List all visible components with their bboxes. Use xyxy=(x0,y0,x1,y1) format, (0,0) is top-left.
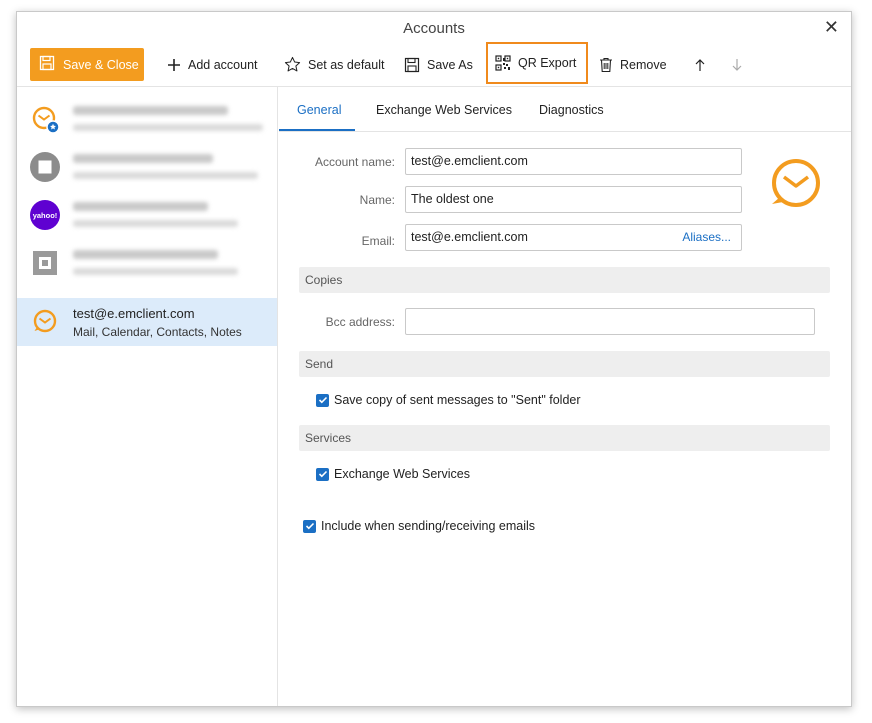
toolbar: Save & Close Add account Set as default … xyxy=(17,42,851,86)
account-email: test@e.emclient.com xyxy=(73,306,195,321)
section-send: Send xyxy=(299,351,830,377)
account-name-field[interactable]: test@e.emclient.com xyxy=(405,148,742,175)
active-tab-indicator xyxy=(279,129,355,131)
qr-export-label: QR Export xyxy=(518,56,577,70)
blurred-text xyxy=(73,124,263,131)
bcc-label: Bcc address: xyxy=(325,315,395,329)
blurred-text xyxy=(73,106,228,115)
account-item[interactable] xyxy=(17,239,277,287)
save-close-label: Save & Close xyxy=(63,57,139,72)
add-account-button[interactable]: Add account xyxy=(167,48,258,81)
section-services: Services xyxy=(299,425,830,451)
yahoo-icon: yahoo! xyxy=(30,200,60,230)
emclient-logo-icon xyxy=(766,155,826,215)
qr-export-button[interactable]: QR Export xyxy=(486,42,589,84)
emclient-icon xyxy=(30,307,60,337)
name-field[interactable]: The oldest one xyxy=(405,186,742,213)
save-close-button[interactable]: Save & Close xyxy=(30,48,144,81)
dialog-title: Accounts xyxy=(403,20,465,37)
tab-general[interactable]: General xyxy=(297,103,341,117)
arrow-down-icon xyxy=(731,58,743,72)
save-as-button[interactable]: Save As xyxy=(404,48,473,81)
name-label: Name: xyxy=(359,193,395,207)
checkbox-checked-icon[interactable] xyxy=(316,467,329,481)
email-value: test@e.emclient.com xyxy=(411,230,528,244)
trash-icon xyxy=(599,57,613,73)
star-icon xyxy=(284,56,301,73)
include-sync-checkbox-row[interactable]: Include when sending/receiving emails xyxy=(303,519,535,533)
account-item-selected[interactable]: test@e.emclient.com Mail, Calendar, Cont… xyxy=(17,298,277,346)
save-as-label: Save As xyxy=(427,57,473,72)
aliases-link[interactable]: Aliases... xyxy=(682,225,731,250)
email-field[interactable]: test@e.emclient.com Aliases... xyxy=(405,224,742,251)
add-account-label: Add account xyxy=(188,57,258,72)
checkbox-checked-icon[interactable] xyxy=(303,519,316,533)
svg-text:yahoo!: yahoo! xyxy=(33,211,58,220)
bcc-field[interactable] xyxy=(405,308,815,335)
tab-bar: General Exchange Web Services Diagnostic… xyxy=(279,87,851,132)
blurred-text xyxy=(73,202,208,211)
remove-button[interactable]: Remove xyxy=(599,48,667,81)
move-up-button[interactable] xyxy=(694,48,706,81)
account-item[interactable] xyxy=(17,95,277,143)
save-sent-checkbox-row[interactable]: Save copy of sent messages to "Sent" fol… xyxy=(316,393,581,407)
section-copies: Copies xyxy=(299,267,830,293)
blurred-text xyxy=(73,220,238,227)
save-as-icon xyxy=(404,57,420,73)
close-icon[interactable]: ✕ xyxy=(824,17,839,38)
gray-square-icon xyxy=(30,152,60,182)
ews-checkbox-row[interactable]: Exchange Web Services xyxy=(316,467,470,481)
move-down-button[interactable] xyxy=(731,48,743,81)
emclient-icon xyxy=(30,104,60,134)
account-services: Mail, Calendar, Contacts, Notes xyxy=(73,325,242,339)
set-default-button[interactable]: Set as default xyxy=(284,48,384,81)
account-item[interactable] xyxy=(17,143,277,191)
square-outline-icon xyxy=(30,248,60,278)
blurred-text xyxy=(73,250,218,259)
arrow-up-icon xyxy=(694,58,706,72)
checkbox-checked-icon[interactable] xyxy=(316,393,329,407)
ews-label: Exchange Web Services xyxy=(334,467,470,481)
blurred-text xyxy=(73,154,213,163)
tab-diagnostics[interactable]: Diagnostics xyxy=(539,103,604,117)
tab-exchange-web-services[interactable]: Exchange Web Services xyxy=(376,103,512,117)
email-label: Email: xyxy=(361,234,395,248)
blurred-text xyxy=(73,172,258,179)
qr-code-icon xyxy=(495,55,511,71)
save-sent-label: Save copy of sent messages to "Sent" fol… xyxy=(334,393,581,407)
accounts-dialog: Accounts ✕ Save & Close Add account Set … xyxy=(16,11,852,707)
set-default-label: Set as default xyxy=(308,57,385,72)
save-icon xyxy=(39,55,55,74)
blurred-text xyxy=(73,268,238,275)
plus-icon xyxy=(167,58,181,72)
include-sync-label: Include when sending/receiving emails xyxy=(321,519,536,533)
account-list: yahoo! test@e.emclient.com Mail, Calenda… xyxy=(17,87,278,706)
account-item[interactable]: yahoo! xyxy=(17,191,277,239)
account-name-label: Account name: xyxy=(314,155,395,169)
remove-label: Remove xyxy=(620,57,667,72)
